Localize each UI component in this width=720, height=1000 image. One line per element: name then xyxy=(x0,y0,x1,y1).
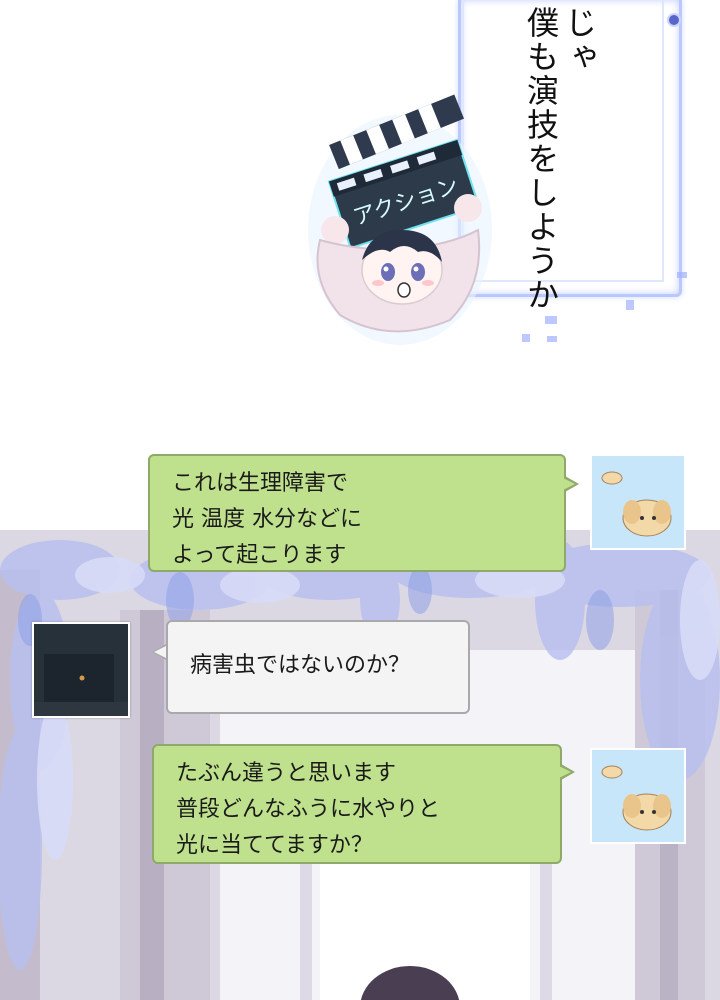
glitch-pixel xyxy=(545,316,557,324)
message-line: よって起こります xyxy=(172,543,347,568)
puppy-avatar-icon xyxy=(592,456,684,548)
comic-panel-top: じゃ 僕も演技をしようか アクション xyxy=(0,0,720,530)
message-line: 光に当ててますか？ xyxy=(176,833,373,858)
glitch-pixel xyxy=(522,334,530,342)
chat-bubble-outgoing: これは生理障害で 光 温度 水分などに よって起こります xyxy=(148,454,566,572)
glitch-pixel xyxy=(677,272,687,278)
chibi-clapperboard-illustration: アクション xyxy=(308,94,492,345)
bubble-tail xyxy=(563,476,579,492)
message-line: たぶん違うと思います xyxy=(176,761,397,786)
avatar[interactable] xyxy=(32,622,130,718)
avatar[interactable] xyxy=(590,748,686,844)
message-line: 光 温度 水分などに xyxy=(172,507,362,532)
puppy-avatar-icon xyxy=(592,750,684,842)
glitch-pixel xyxy=(626,300,634,310)
vertical-caption: じゃ 僕も演技をしようか xyxy=(522,6,598,312)
bubble-tail xyxy=(559,764,575,780)
chat-bubble-outgoing: たぶん違うと思います 普段どんなふうに水やりと 光に当ててますか？ xyxy=(152,744,562,864)
chat-bubble-incoming: 病害虫ではないのか？ xyxy=(166,620,470,714)
glitch-pixel xyxy=(547,336,557,342)
bubble-tail xyxy=(152,644,166,660)
frame-ornament-dot xyxy=(667,13,681,27)
dark-profile-avatar-icon xyxy=(34,624,128,716)
message-line: 病害虫ではないのか？ xyxy=(190,653,411,678)
avatar[interactable] xyxy=(590,454,686,550)
message-line: 普段どんなふうに水やりと xyxy=(176,797,441,822)
message-line: これは生理障害で xyxy=(172,471,349,496)
